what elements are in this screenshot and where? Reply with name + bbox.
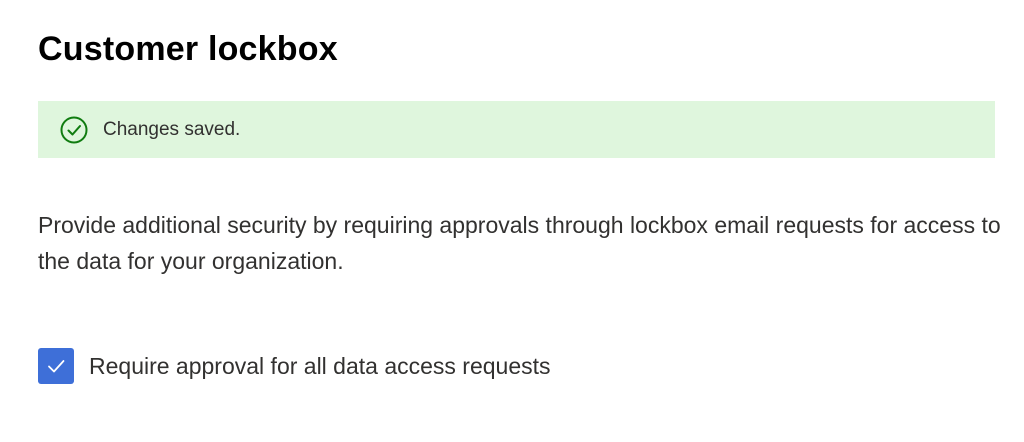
description-text: Provide additional security by requiring…: [38, 212, 1001, 274]
banner-message: Changes saved.: [103, 118, 241, 140]
require-approval-label: Require approval for all data access req…: [89, 352, 551, 379]
customer-lockbox-panel: Customer lockbox Changes saved. Provide …: [0, 0, 1024, 442]
page-title: Customer lockbox: [38, 30, 338, 68]
require-approval-setting[interactable]: Require approval for all data access req…: [38, 348, 551, 384]
checkmark-icon: [48, 360, 65, 373]
success-banner: Changes saved.: [38, 101, 995, 158]
check-circle-icon: [59, 115, 89, 145]
require-approval-checkbox[interactable]: [38, 348, 74, 384]
